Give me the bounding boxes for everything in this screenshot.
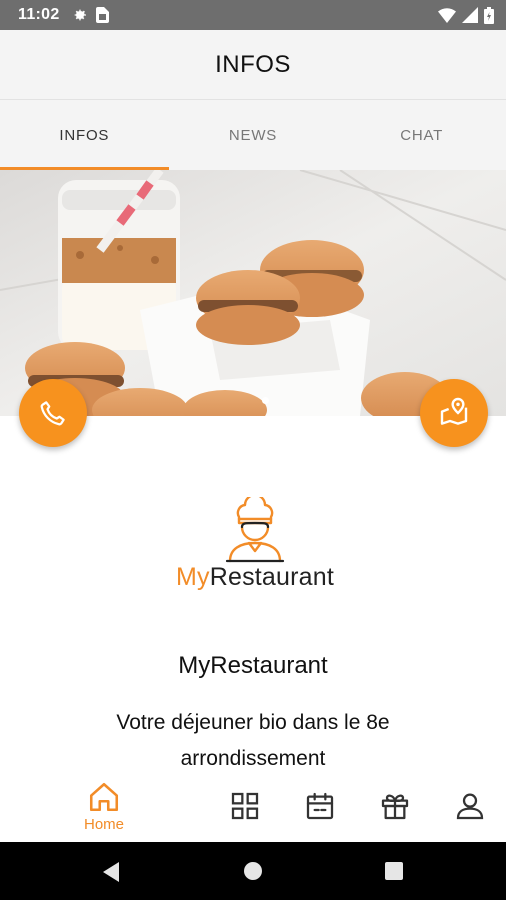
carousel-indicator[interactable] xyxy=(262,397,269,404)
status-time: 11:02 xyxy=(18,6,60,23)
wifi-icon xyxy=(438,8,456,23)
tab-chat[interactable]: CHAT xyxy=(337,100,506,170)
nav-loyalty[interactable] xyxy=(377,780,413,842)
call-button[interactable] xyxy=(19,379,87,447)
status-bar: 11:02 xyxy=(0,0,506,30)
logo-wordmark: MyRestaurant xyxy=(175,563,335,591)
chef-icon xyxy=(225,497,285,563)
home-circle-icon[interactable] xyxy=(243,861,263,881)
tab-news[interactable]: NEWS xyxy=(169,100,338,170)
grid-icon xyxy=(231,792,259,820)
battery-icon xyxy=(484,6,494,24)
nav-booking[interactable] xyxy=(302,780,338,842)
recents-icon[interactable] xyxy=(384,861,404,881)
settings-icon xyxy=(74,9,86,21)
restaurant-logo: MyRestaurant xyxy=(165,493,345,593)
hero-image[interactable] xyxy=(0,170,506,416)
back-icon[interactable] xyxy=(101,861,121,883)
gift-icon xyxy=(381,794,409,820)
nav-menu[interactable] xyxy=(227,780,263,842)
calendar-icon xyxy=(306,792,334,820)
restaurant-name: MyRestaurant xyxy=(178,652,328,679)
nav-profile[interactable] xyxy=(452,780,488,842)
map-button[interactable] xyxy=(420,379,488,447)
restaurant-description: Votre déjeuner bio dans le 8e arrondisse… xyxy=(116,711,390,770)
home-icon xyxy=(89,782,119,812)
macarons-illustration xyxy=(0,170,506,416)
tab-bar: INFOS NEWS CHAT xyxy=(0,100,506,170)
nav-home[interactable]: Home xyxy=(72,780,136,842)
app-bar: INFOS xyxy=(0,30,506,100)
sim-card-icon xyxy=(95,7,109,23)
page-title: INFOS xyxy=(215,50,291,78)
phone-icon xyxy=(40,401,65,426)
user-icon xyxy=(456,793,484,820)
bottom-nav: Home xyxy=(0,780,506,842)
signal-icon xyxy=(462,7,478,23)
system-nav-bar xyxy=(0,842,506,900)
tab-infos[interactable]: INFOS xyxy=(0,100,169,170)
nav-home-label: Home xyxy=(83,816,124,833)
map-pin-icon xyxy=(440,397,468,425)
